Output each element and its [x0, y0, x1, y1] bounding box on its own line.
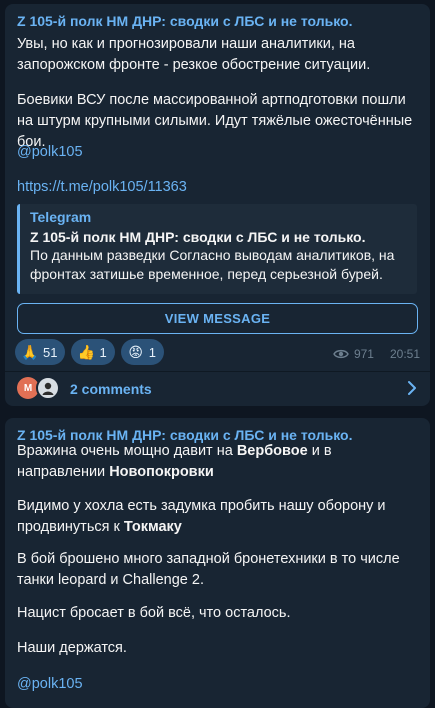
link-preview[interactable]: Telegram Z 105-й полк НМ ДНР: сводки с Л… — [17, 204, 417, 294]
post-paragraph-4: Нацист бросает в бой всё, что осталось. — [17, 605, 291, 621]
angry-face-icon: 😡 — [128, 343, 143, 360]
reaction-count: 51 — [43, 344, 58, 360]
post-paragraph-2: Видимо у хохла есть задумка пробить нашу… — [17, 496, 422, 538]
bold-place-name: Новопокровки — [109, 464, 214, 480]
avatar-user-icon — [36, 376, 60, 400]
mention-link[interactable]: @polk105 — [17, 674, 422, 695]
post-paragraph-1: Вражина очень мощно давит на Вербовое и … — [17, 441, 422, 483]
chevron-right-icon — [408, 381, 416, 395]
bold-place-name: Токмаку — [123, 519, 182, 535]
reaction-count: 1 — [99, 344, 107, 360]
preview-source: Telegram — [30, 209, 92, 225]
post-meta: 971 20:51 — [333, 347, 420, 361]
view-message-button[interactable]: VIEW MESSAGE — [17, 303, 418, 334]
praying-hands-icon: 🙏 — [21, 343, 39, 360]
comments-bar[interactable]: M 2 comments — [5, 372, 430, 406]
preview-title: Z 105-й полк НМ ДНР: сводки с ЛБС и не т… — [30, 229, 366, 245]
eye-icon — [333, 349, 349, 359]
channel-post-2: Z 105-й полк НМ ДНР: сводки с ЛБС и не т… — [5, 418, 430, 708]
reactions-bar: 🙏 51 👍 1 😡 1 — [15, 339, 164, 369]
reaction-thumbs-up[interactable]: 👍 1 — [71, 339, 115, 365]
mention-link[interactable]: @polk105 — [17, 142, 422, 163]
text-fragment: Вражина очень мощно давит на — [17, 443, 237, 459]
thumbs-up-icon: 👍 — [77, 343, 96, 360]
post-url-link[interactable]: https://t.me/polk105/11363 — [17, 177, 422, 198]
post-paragraph-3: В бой брошено много западной бронетехник… — [17, 551, 400, 588]
channel-post-1: Z 105-й полк НМ ДНР: сводки с ЛБС и не т… — [5, 4, 430, 406]
post-paragraph-1: Увы, но как и прогнозировали наши аналит… — [17, 36, 371, 73]
preview-text: По данным разведки Согласно выводам анал… — [30, 247, 395, 282]
post-time: 20:51 — [389, 347, 420, 361]
reaction-angry[interactable]: 😡 1 — [120, 339, 164, 365]
bold-place-name: Вербовое — [236, 443, 308, 459]
text-fragment: Видимо у хохла есть задумка пробить нашу… — [17, 498, 386, 535]
channel-name[interactable]: Z 105-й полк НМ ДНР: сводки с ЛБС и не т… — [17, 13, 352, 29]
comments-link[interactable]: 2 comments — [70, 381, 152, 397]
post-paragraph-5: Наши держатся. — [17, 640, 127, 656]
reaction-count: 1 — [148, 344, 156, 360]
view-count: 971 — [353, 347, 374, 361]
preview-ellipsis: ... — [30, 285, 42, 294]
reaction-praying[interactable]: 🙏 51 — [15, 339, 66, 365]
